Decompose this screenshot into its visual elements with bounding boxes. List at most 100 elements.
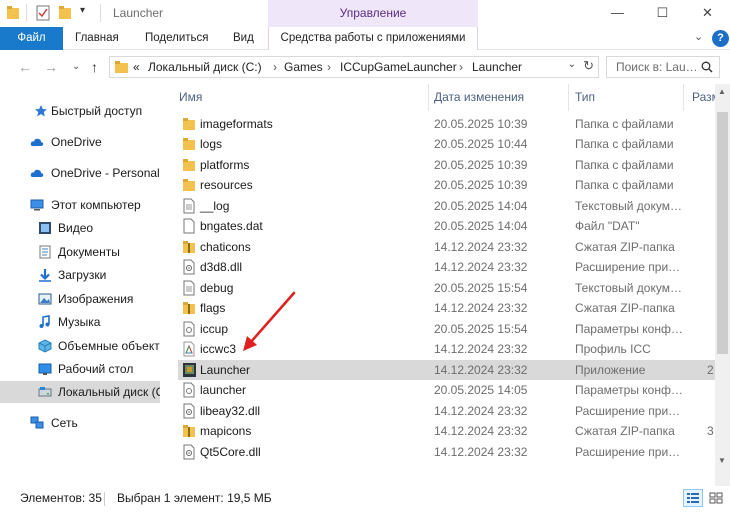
table-row[interactable]: bngates.dat 20.05.2025 14:04 Файл "DAT" (178, 216, 715, 237)
up-button[interactable]: ↑ (91, 59, 98, 75)
back-button[interactable]: ← (18, 59, 32, 75)
close-button[interactable]: ✕ (685, 0, 730, 27)
table-row[interactable]: flags 14.12.2024 23:32 Сжатая ZIP-папка (178, 298, 715, 319)
file-date: 14.12.2024 23:32 (434, 362, 528, 377)
tab-view[interactable]: Вид (233, 27, 254, 50)
table-row[interactable]: iccup 20.05.2025 15:54 Параметры конф… (178, 319, 715, 340)
minimize-button[interactable]: — (595, 0, 640, 27)
table-row[interactable]: imageformats 20.05.2025 10:39 Папка с файл… (178, 114, 715, 135)
desktop-icon (38, 363, 52, 375)
file-type: Приложение (575, 362, 646, 377)
tab-home[interactable]: Главная (75, 27, 119, 50)
sidebar-item-3d-objects[interactable]: Объемные объекты (0, 335, 160, 357)
sidebar-item-videos[interactable]: Видео (0, 217, 160, 239)
file-name: debug (200, 280, 234, 295)
details-view-button[interactable] (683, 489, 703, 507)
breadcrumb-launcher[interactable]: Launcher (472, 60, 522, 74)
table-row[interactable]: chaticons 14.12.2024 23:32 Сжатая ZIP-папк… (178, 237, 715, 258)
vertical-scrollbar[interactable]: ▲ ▼ (715, 84, 730, 486)
new-folder-icon[interactable] (58, 5, 72, 21)
scroll-up-icon[interactable]: ▲ (718, 87, 726, 96)
file-name: chaticons (200, 239, 251, 254)
table-row[interactable]: launcher 20.05.2025 14:05 Параметры конф… (178, 380, 715, 401)
table-row[interactable]: mapicons 14.12.2024 23:32 Сжатая ZIP-папка… (178, 421, 715, 442)
breadcrumb-separator[interactable]: › (459, 60, 463, 74)
column-header-type[interactable]: Тип (575, 90, 595, 104)
file-type: Профиль ICC (575, 342, 651, 356)
column-header-size[interactable]: Разм (692, 90, 715, 104)
file-type: Файл "DAT" (575, 219, 640, 233)
expand-ribbon-icon[interactable]: ⌄ (694, 30, 703, 43)
search-icon[interactable] (701, 61, 713, 73)
breadcrumb-iccup[interactable]: ICCupGameLauncher (340, 60, 457, 74)
manage-tab[interactable]: Управление (268, 0, 478, 27)
cloud-icon (30, 169, 44, 177)
breadcrumb-drive[interactable]: Локальный диск (C:) (148, 60, 262, 74)
maximize-button[interactable]: ☐ (640, 0, 685, 27)
properties-icon[interactable] (36, 5, 50, 21)
details-view-icon (687, 493, 699, 503)
sidebar-item-downloads[interactable]: Загрузки (0, 264, 160, 286)
column-divider[interactable] (568, 84, 569, 111)
sidebar-item-quick-access[interactable]: Быстрый доступ (0, 100, 160, 122)
scrollbar-thumb[interactable] (717, 112, 728, 354)
title-bar: ▾ Launcher Управление — ☐ ✕ (0, 0, 730, 27)
breadcrumb-overflow[interactable]: « (133, 60, 140, 74)
status-divider (104, 492, 105, 506)
folder-icon (183, 117, 195, 130)
sidebar-item-onedrive-personal[interactable]: OneDrive - Personal (0, 162, 160, 184)
sidebar-item-music[interactable]: Музыка (0, 311, 160, 333)
sidebar-item-label: Загрузки (58, 268, 107, 282)
tab-file[interactable]: Файл (0, 27, 63, 50)
table-row[interactable]: logs 20.05.2025 10:44 Папка с файлами (178, 134, 715, 155)
search-box[interactable] (606, 56, 720, 78)
table-row[interactable]: iccwc3 14.12.2024 23:32 Профиль ICC (178, 339, 715, 360)
table-row[interactable]: Qt5Core.dll 14.12.2024 23:32 Расширение пр… (178, 442, 715, 463)
address-dropdown-icon[interactable]: ⌄ (568, 59, 576, 70)
file-date: 20.05.2025 10:44 (434, 137, 528, 151)
sidebar-item-pictures[interactable]: Изображения (0, 288, 160, 310)
table-row[interactable]: debug 20.05.2025 15:54 Текстовый докум… (178, 278, 715, 299)
sidebar-item-onedrive[interactable]: OneDrive (0, 131, 160, 153)
column-divider[interactable] (683, 84, 684, 111)
zip-icon (183, 302, 195, 314)
column-divider[interactable] (428, 84, 429, 111)
search-input[interactable] (616, 60, 696, 74)
column-header-date[interactable]: Дата изменения (434, 90, 524, 104)
recent-locations-button[interactable]: ⌄ (72, 61, 80, 72)
large-icons-view-button[interactable] (706, 489, 726, 507)
pictures-icon (38, 293, 52, 305)
table-row[interactable]: platforms 20.05.2025 10:39 Папка с файлами (178, 155, 715, 176)
tab-share[interactable]: Поделиться (145, 27, 209, 50)
breadcrumb-separator[interactable]: › (273, 60, 277, 74)
file-type: Текстовый докум… (575, 280, 682, 295)
file-name: mapicons (200, 424, 252, 438)
forward-button[interactable]: → (44, 59, 58, 75)
table-row[interactable]: d3d8.dll 14.12.2024 23:32 Расширение при… (178, 257, 715, 278)
breadcrumb-games[interactable]: Games (284, 60, 323, 74)
table-row[interactable]: libeay32.dll 14.12.2024 23:32 Расширение п… (178, 401, 715, 422)
refresh-icon[interactable]: ↻ (583, 58, 594, 74)
file-date: 20.05.2025 15:54 (434, 280, 528, 295)
file-name: iccup (200, 321, 229, 336)
music-icon (39, 315, 50, 328)
scroll-down-icon[interactable]: ▼ (718, 456, 726, 465)
sidebar-item-label: Объемные объекты (58, 339, 160, 353)
table-row[interactable]: resources 20.05.2025 10:39 Папка с файлами (178, 175, 715, 196)
sidebar-item-documents[interactable]: Документы (0, 241, 160, 263)
sidebar-item-network[interactable]: Сеть (0, 412, 160, 434)
sidebar-item-label: OneDrive - Personal (51, 166, 160, 180)
column-header-name[interactable]: Имя (179, 90, 202, 104)
breadcrumb-separator[interactable]: › (327, 60, 331, 74)
address-bar[interactable]: « Локальный диск (C:) › Games › ICCupGam… (109, 56, 599, 78)
help-icon[interactable]: ? (712, 30, 729, 47)
table-row[interactable]: Launcher 14.12.2024 23:32 Приложение 2 (178, 359, 715, 380)
sidebar-item-local-disk[interactable]: Локальный диск (C:) (0, 381, 160, 403)
file-date: 14.12.2024 23:32 (434, 424, 528, 438)
customize-quick-access-icon[interactable]: ▾ (80, 5, 85, 16)
sidebar-item-this-pc[interactable]: Этот компьютер (0, 194, 160, 216)
file-date: 20.05.2025 14:05 (434, 383, 528, 397)
tab-app-tools[interactable]: Средства работы с приложениями (268, 27, 478, 50)
table-row[interactable]: __log 20.05.2025 14:04 Текстовый докум… (178, 196, 715, 217)
sidebar-item-desktop[interactable]: Рабочий стол (0, 358, 160, 380)
